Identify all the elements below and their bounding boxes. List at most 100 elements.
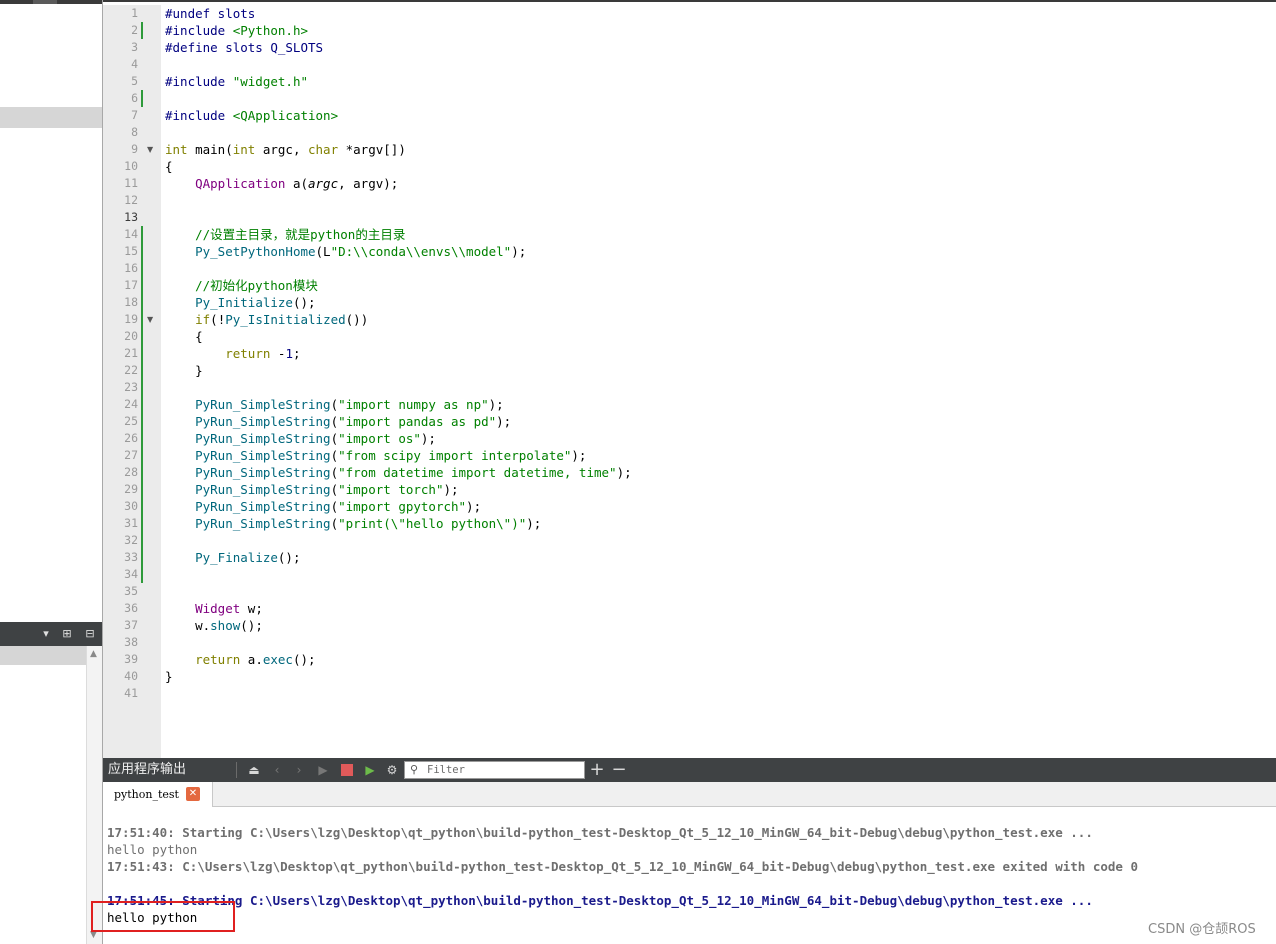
code-line[interactable]: 35	[103, 583, 1276, 600]
gear-icon[interactable]: ⚙	[384, 762, 400, 778]
code-line[interactable]: 40}	[103, 668, 1276, 685]
line-number: 31	[124, 516, 138, 530]
code-token: return	[225, 346, 271, 361]
code-line[interactable]: 16	[103, 260, 1276, 277]
code-token: //初始化python模块	[195, 278, 318, 293]
tab-python-test[interactable]: python_test ✕	[103, 782, 213, 807]
code-token: (	[330, 448, 339, 463]
code-token: "from datetime import datetime, time"	[338, 465, 617, 480]
code-line[interactable]: 34	[103, 566, 1276, 583]
code-line[interactable]: 39 return a.exec();	[103, 651, 1276, 668]
code-editor[interactable]: 1 #undef slots 2 #include <Python.h> 3 #defin…	[103, 0, 1276, 758]
code-line[interactable]: 3 #define slots Q_SLOTS	[103, 39, 1276, 56]
code-line[interactable]: 12	[103, 192, 1276, 209]
code-token: (	[330, 499, 339, 514]
run-icon[interactable]: ▶	[315, 762, 331, 778]
code-line[interactable]: 32	[103, 532, 1276, 549]
code-line[interactable]: 28 PyRun_SimpleString("from datetime imp…	[103, 464, 1276, 481]
filter-input[interactable]	[427, 763, 581, 777]
code-token: Py_Finalize	[195, 550, 278, 565]
code-text: PyRun_SimpleString("import gpytorch");	[165, 498, 481, 515]
modified-marker	[141, 260, 143, 277]
code-line[interactable]: 7 #include <QApplication>	[103, 107, 1276, 124]
output-line: hello python	[107, 842, 198, 857]
code-line[interactable]: 6	[103, 90, 1276, 107]
code-token: #include	[165, 23, 233, 38]
fold-arrow-icon[interactable]: ▼	[147, 141, 153, 158]
code-token: PyRun_SimpleString	[195, 448, 331, 463]
code-line[interactable]: 1 #undef slots	[103, 5, 1276, 22]
close-pane-icon[interactable]: ⊟	[82, 626, 98, 642]
code-line[interactable]: 19 ▼ if(!Py_IsInitialized())	[103, 311, 1276, 328]
code-line[interactable]: 11 QApplication a(argc, argv);	[103, 175, 1276, 192]
modified-marker	[141, 226, 143, 243]
code-line[interactable]: 29 PyRun_SimpleString("import torch");	[103, 481, 1276, 498]
zoom-in-icon[interactable]: +	[589, 761, 605, 779]
code-line[interactable]: 5 #include "widget.h"	[103, 73, 1276, 90]
code-line[interactable]: 22 }	[103, 362, 1276, 379]
code-line[interactable]: 36 Widget w;	[103, 600, 1276, 617]
zoom-out-icon[interactable]: −	[611, 761, 627, 779]
tab-label: python_test	[114, 788, 179, 801]
code-text: #define slots Q_SLOTS	[165, 39, 323, 56]
code-line[interactable]: 37 w.show();	[103, 617, 1276, 634]
code-line[interactable]: 26 PyRun_SimpleString("import os");	[103, 430, 1276, 447]
code-line[interactable]: 4	[103, 56, 1276, 73]
sidebar-scrollbar[interactable]: ▲ ▼	[86, 646, 102, 944]
code-line[interactable]: 25 PyRun_SimpleString("import pandas as …	[103, 413, 1276, 430]
line-number: 6	[131, 91, 138, 105]
code-token: <Python.h>	[232, 23, 308, 38]
code-line[interactable]: 10 {	[103, 158, 1276, 175]
code-line[interactable]: 27 PyRun_SimpleString("from scipy import…	[103, 447, 1276, 464]
code-line[interactable]: 9 ▼ int main(int argc, char *argv[])	[103, 141, 1276, 158]
code-text: return -1;	[165, 345, 300, 362]
next-icon[interactable]: ›	[291, 762, 307, 778]
modified-marker	[141, 396, 143, 413]
code-line[interactable]: 18 Py_Initialize();	[103, 294, 1276, 311]
code-text: PyRun_SimpleString("import torch");	[165, 481, 458, 498]
code-line[interactable]: 2 #include <Python.h>	[103, 22, 1276, 39]
code-line[interactable]: 23	[103, 379, 1276, 396]
code-text: PyRun_SimpleString("import numpy as np")…	[165, 396, 504, 413]
code-line[interactable]: 41	[103, 685, 1276, 702]
code-line[interactable]: 33 Py_Finalize();	[103, 549, 1276, 566]
fold-arrow-icon[interactable]: ▼	[147, 311, 153, 328]
code-line[interactable]: 14 //设置主目录，就是python的主目录	[103, 226, 1276, 243]
attach-icon[interactable]: ⏏	[246, 762, 262, 778]
code-line[interactable]: 38	[103, 634, 1276, 651]
code-token: a(	[285, 176, 308, 191]
split-icon[interactable]: ⊞	[59, 626, 75, 642]
code-line[interactable]: 20 {	[103, 328, 1276, 345]
line-number: 20	[124, 329, 138, 343]
code-line[interactable]: 24 PyRun_SimpleString("import numpy as n…	[103, 396, 1276, 413]
code-text: Py_SetPythonHome(L"D:\\conda\\envs\\mode…	[165, 243, 526, 260]
stop-icon[interactable]	[339, 762, 355, 778]
code-line[interactable]: 17 //初始化python模块	[103, 277, 1276, 294]
line-number: 21	[124, 346, 138, 360]
code-line[interactable]: 15 Py_SetPythonHome(L"D:\\conda\\envs\\m…	[103, 243, 1276, 260]
code-line[interactable]: 8	[103, 124, 1276, 141]
code-line[interactable]: 31 PyRun_SimpleString("print(\"hello pyt…	[103, 515, 1276, 532]
prev-icon[interactable]: ‹	[269, 762, 285, 778]
code-token: //设置主目录，就是python的主目录	[195, 227, 406, 242]
code-token: int	[232, 142, 256, 157]
close-icon[interactable]: ✕	[186, 787, 200, 801]
modified-marker	[141, 481, 143, 498]
code-token: "import gpytorch"	[338, 499, 467, 514]
debug-run-icon[interactable]: ▶	[362, 762, 378, 778]
chevron-down-icon[interactable]: ▾	[40, 626, 52, 642]
code-area[interactable]: 1 #undef slots 2 #include <Python.h> 3 #defin…	[124, 5, 1276, 758]
scroll-up-icon[interactable]: ▲	[90, 649, 97, 659]
filter-field[interactable]: ⚲	[404, 761, 585, 779]
highlight-annotation	[91, 901, 235, 932]
code-line[interactable]: 30 PyRun_SimpleString("import gpytorch")…	[103, 498, 1276, 515]
line-number: 14	[124, 227, 138, 241]
code-line[interactable]: 21 return -1;	[103, 345, 1276, 362]
line-number: 28	[124, 465, 138, 479]
sidebar-selected-row[interactable]	[0, 107, 102, 128]
code-line[interactable]: 13	[103, 209, 1276, 226]
